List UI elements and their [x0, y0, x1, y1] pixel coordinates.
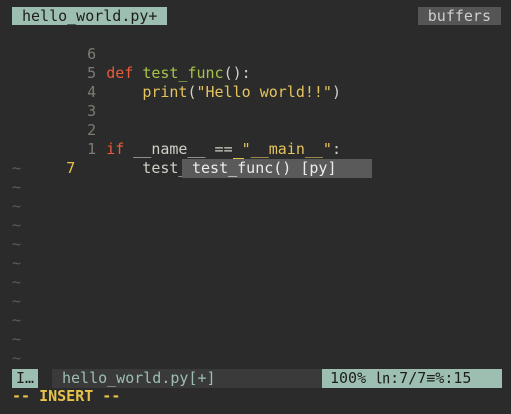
vim-window: hello_world.py+ buffers 6 5 def test_func… — [0, 0, 511, 414]
empty-line-marker: ~ — [12, 197, 22, 215]
code-line[interactable]: 3 — [0, 83, 511, 120]
current-line[interactable]: 7 test_func() — [0, 140, 511, 178]
status-filename: hello_world.py[+] — [52, 369, 328, 388]
empty-line-marker: ~ — [12, 349, 22, 367]
command-line: -- INSERT -- — [12, 387, 121, 405]
editor-area[interactable]: 6 5 def test_func(): 4 print("Hello world… — [0, 25, 502, 367]
tab-hello-world[interactable]: hello_world.py+ — [12, 7, 168, 25]
buffers-label: buffers — [417, 7, 501, 25]
empty-line-marker: ~ — [12, 254, 22, 272]
code-line[interactable]: 2 — [0, 102, 511, 139]
empty-line-marker: ~ — [12, 292, 22, 310]
mode-indicator: I… — [12, 369, 39, 388]
statusline: I… hello_world.py[+] 100% ㏑:7/7≡%:15 — [0, 369, 511, 388]
empty-line-marker: ~ — [12, 178, 22, 196]
completion-item[interactable]: test_func() [py] — [182, 159, 372, 178]
empty-line-marker: ~ — [12, 273, 22, 291]
code-line[interactable]: 6 — [0, 26, 511, 63]
empty-line-marker: ~ — [12, 235, 22, 253]
code-line[interactable]: 5 def test_func(): — [0, 45, 511, 82]
empty-line-marker: ~ — [12, 216, 22, 234]
code-line[interactable]: 1 if __name__ == "__main__": — [0, 121, 511, 158]
code-line[interactable]: 4 print("Hello world!!") — [0, 64, 511, 101]
empty-line-marker: ~ — [12, 311, 22, 329]
empty-line-marker: ~ — [12, 330, 22, 348]
status-position: 100% ㏑:7/7≡%:15 — [322, 369, 502, 388]
